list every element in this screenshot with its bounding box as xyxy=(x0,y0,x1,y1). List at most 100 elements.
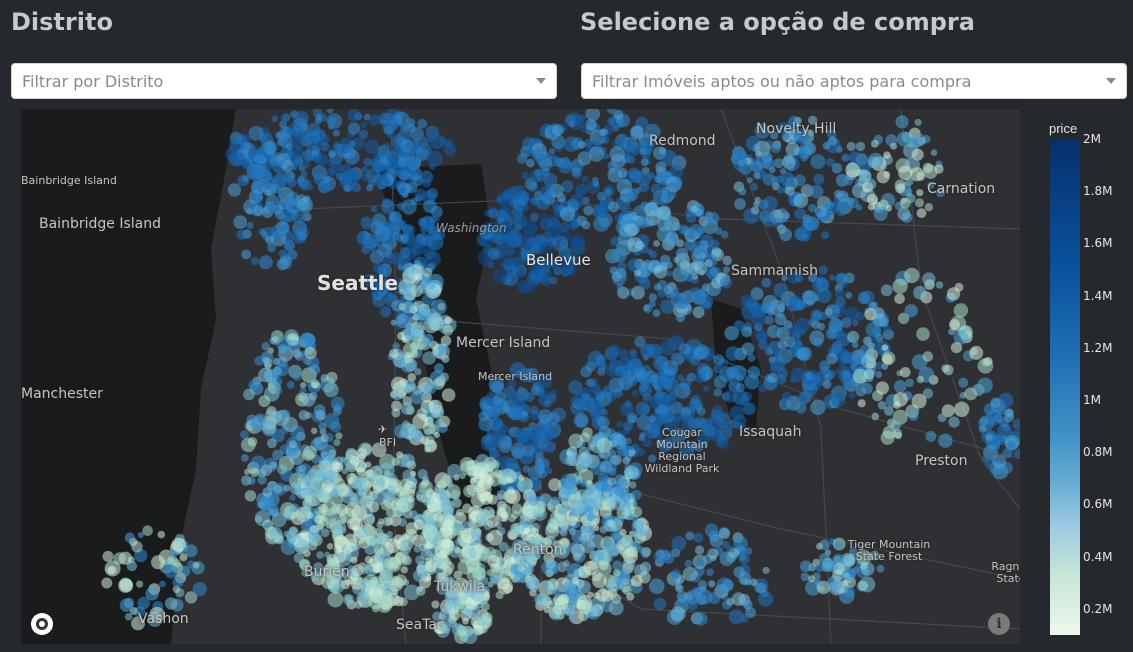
house-point xyxy=(733,320,745,332)
info-icon[interactable]: i xyxy=(988,613,1010,635)
house-point xyxy=(386,531,393,538)
house-point xyxy=(893,380,907,393)
house-point xyxy=(725,346,741,361)
house-point xyxy=(557,504,568,516)
house-point xyxy=(904,267,920,284)
house-point xyxy=(560,473,577,490)
house-point xyxy=(844,586,855,598)
house-point xyxy=(970,347,978,356)
house-point xyxy=(311,149,319,157)
house-point xyxy=(262,356,270,364)
house-point xyxy=(533,190,543,200)
house-point xyxy=(734,198,746,210)
house-point xyxy=(828,274,836,281)
house-point xyxy=(684,272,694,282)
house-point xyxy=(706,211,720,225)
house-point xyxy=(861,169,869,177)
house-point xyxy=(300,382,307,389)
house-point xyxy=(648,293,658,302)
house-point xyxy=(536,593,551,608)
colorbar-tick: 1.8M xyxy=(1083,184,1113,199)
house-point xyxy=(265,188,272,196)
map[interactable]: Bainbridge Island Bainbridge Island Manc… xyxy=(21,109,1020,644)
house-point xyxy=(394,424,409,439)
house-point xyxy=(950,342,963,354)
house-point xyxy=(684,590,700,605)
house-point xyxy=(581,393,590,402)
house-point xyxy=(267,482,278,493)
house-point xyxy=(582,506,594,517)
house-point xyxy=(754,196,761,203)
house-point xyxy=(457,625,468,636)
house-point xyxy=(601,409,608,416)
house-point xyxy=(696,558,705,566)
colorbar-tick: 1M xyxy=(1083,393,1101,408)
house-point xyxy=(653,283,662,291)
house-point xyxy=(628,374,636,382)
house-point xyxy=(831,340,843,353)
house-point xyxy=(396,315,406,325)
house-point xyxy=(686,228,698,240)
house-point xyxy=(136,580,144,588)
house-point xyxy=(444,316,453,325)
house-point xyxy=(563,560,570,567)
house-point xyxy=(277,156,284,163)
house-point xyxy=(599,460,613,473)
house-point xyxy=(375,477,386,488)
house-point xyxy=(850,363,858,371)
house-point xyxy=(827,369,836,379)
house-point xyxy=(310,525,319,534)
house-point xyxy=(360,566,369,575)
house-point xyxy=(782,212,790,220)
house-point xyxy=(489,573,500,584)
house-point xyxy=(819,360,831,372)
house-point xyxy=(412,413,428,429)
house-point xyxy=(436,555,444,563)
house-point xyxy=(922,351,934,362)
map-canvas[interactable] xyxy=(21,109,1020,644)
district-filter-dropdown[interactable]: Filtrar por Distrito xyxy=(11,63,557,99)
house-point xyxy=(413,519,425,530)
house-point xyxy=(639,432,646,439)
house-point xyxy=(569,541,581,554)
house-point xyxy=(949,319,960,331)
chevron-down-icon[interactable] xyxy=(536,78,546,84)
house-point xyxy=(389,158,399,168)
house-point xyxy=(777,122,790,135)
mapbox-logo-icon[interactable] xyxy=(31,613,53,635)
house-point xyxy=(591,489,603,500)
house-point xyxy=(608,600,624,616)
house-point xyxy=(164,597,178,610)
house-point xyxy=(332,462,343,473)
house-point xyxy=(923,164,938,179)
house-point xyxy=(916,208,927,219)
house-point xyxy=(865,178,877,190)
house-point xyxy=(295,539,310,553)
house-point xyxy=(791,298,804,311)
house-point xyxy=(904,304,918,318)
house-point xyxy=(286,380,295,389)
house-point xyxy=(572,577,580,585)
house-point xyxy=(847,330,860,343)
house-point xyxy=(581,220,591,230)
house-point xyxy=(426,188,439,200)
chevron-down-icon[interactable] xyxy=(1106,78,1116,84)
house-point xyxy=(777,186,785,194)
house-point xyxy=(785,186,795,196)
purchase-filter-dropdown[interactable]: Filtrar Imóveis aptos ou não aptos para … xyxy=(581,63,1127,99)
house-point xyxy=(422,524,438,540)
house-point xyxy=(861,383,873,395)
house-point xyxy=(941,364,950,373)
house-point xyxy=(227,183,242,197)
house-point xyxy=(363,113,371,121)
house-point xyxy=(649,250,658,259)
house-point xyxy=(504,255,516,267)
house-point xyxy=(400,402,414,415)
house-point xyxy=(808,203,817,213)
house-point xyxy=(325,486,333,494)
house-point xyxy=(412,534,424,547)
house-point xyxy=(857,580,868,591)
house-point xyxy=(643,527,651,535)
house-point xyxy=(546,427,559,440)
house-point xyxy=(779,228,793,242)
